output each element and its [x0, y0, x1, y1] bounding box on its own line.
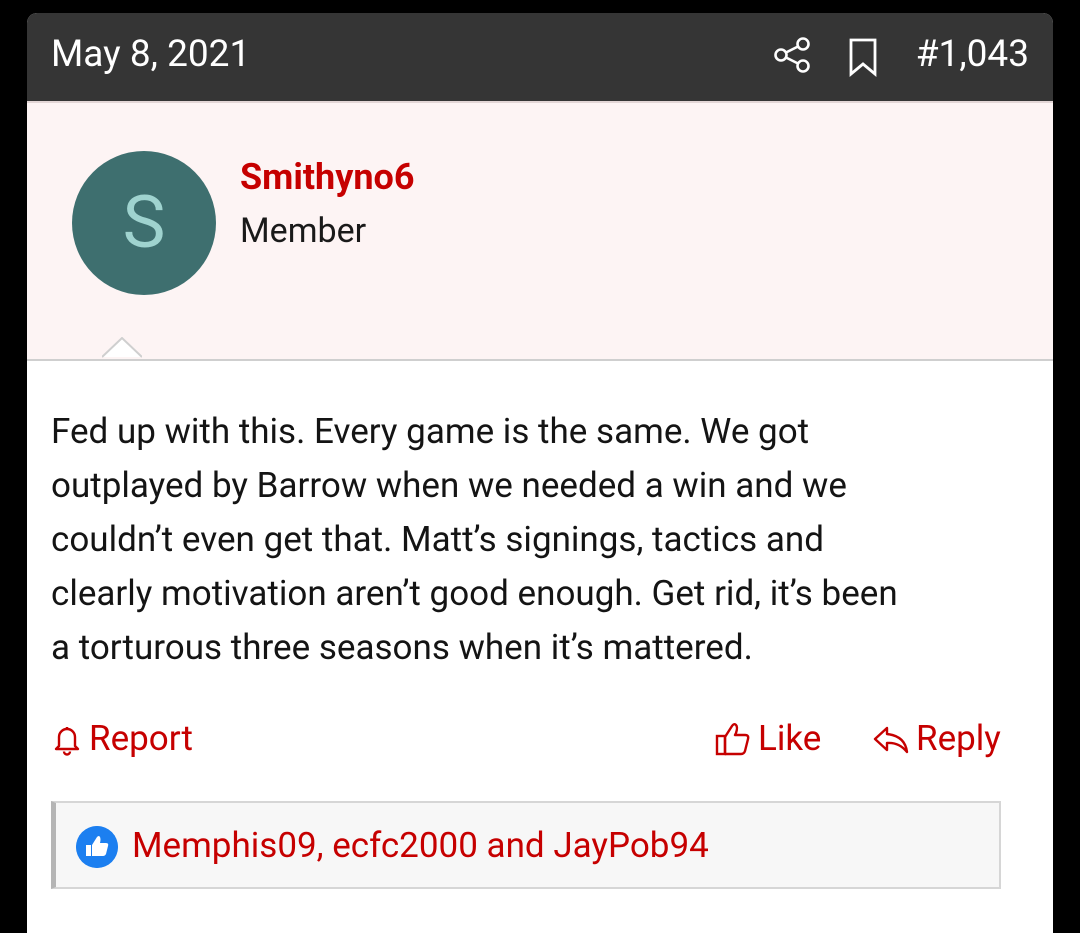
user-title: Member	[240, 211, 367, 251]
message-line: clearly motivation aren’t good enough. G…	[51, 573, 898, 614]
message-line: outplayed by Barrow when we needed a win…	[51, 465, 847, 506]
like-label: Like	[758, 718, 822, 759]
user-block-pointer	[102, 337, 142, 358]
avatar[interactable]: S	[72, 151, 216, 295]
username[interactable]: Smithyno6	[240, 155, 415, 199]
bookmark-icon[interactable]	[845, 37, 881, 77]
reply-label: Reply	[916, 718, 1001, 759]
message-line: Fed up with this. Every game is the same…	[51, 411, 810, 452]
forum-post: May 8, 2021 #1,043 S Smithyno6 Member Fe…	[27, 13, 1053, 933]
reactions-bar[interactable]: Memphis09, ecfc2000 and JayPob94	[51, 801, 1001, 889]
report-button[interactable]: Report	[51, 719, 193, 759]
user-block: S Smithyno6 Member	[27, 101, 1053, 361]
bell-icon	[54, 727, 80, 756]
like-reaction-icon	[76, 826, 118, 868]
message-line: a torturous three seasons when it’s matt…	[51, 627, 753, 668]
post-message: Fed up with this. Every game is the same…	[51, 405, 1031, 675]
post-number[interactable]: #1,043	[916, 33, 1029, 77]
reply-icon	[873, 726, 909, 754]
post-header: May 8, 2021 #1,043	[27, 13, 1053, 101]
post-date[interactable]: May 8, 2021	[51, 33, 250, 77]
like-button[interactable]: Like	[714, 719, 821, 759]
report-label: Report	[89, 718, 193, 759]
message-line: couldn’t even get that. Matt’s signings,…	[51, 519, 824, 560]
thumbs-up-icon	[715, 723, 750, 756]
share-icon[interactable]	[772, 35, 812, 75]
reply-button[interactable]: Reply	[872, 719, 1001, 759]
reaction-users-link[interactable]: Memphis09, ecfc2000 and JayPob94	[132, 825, 709, 867]
